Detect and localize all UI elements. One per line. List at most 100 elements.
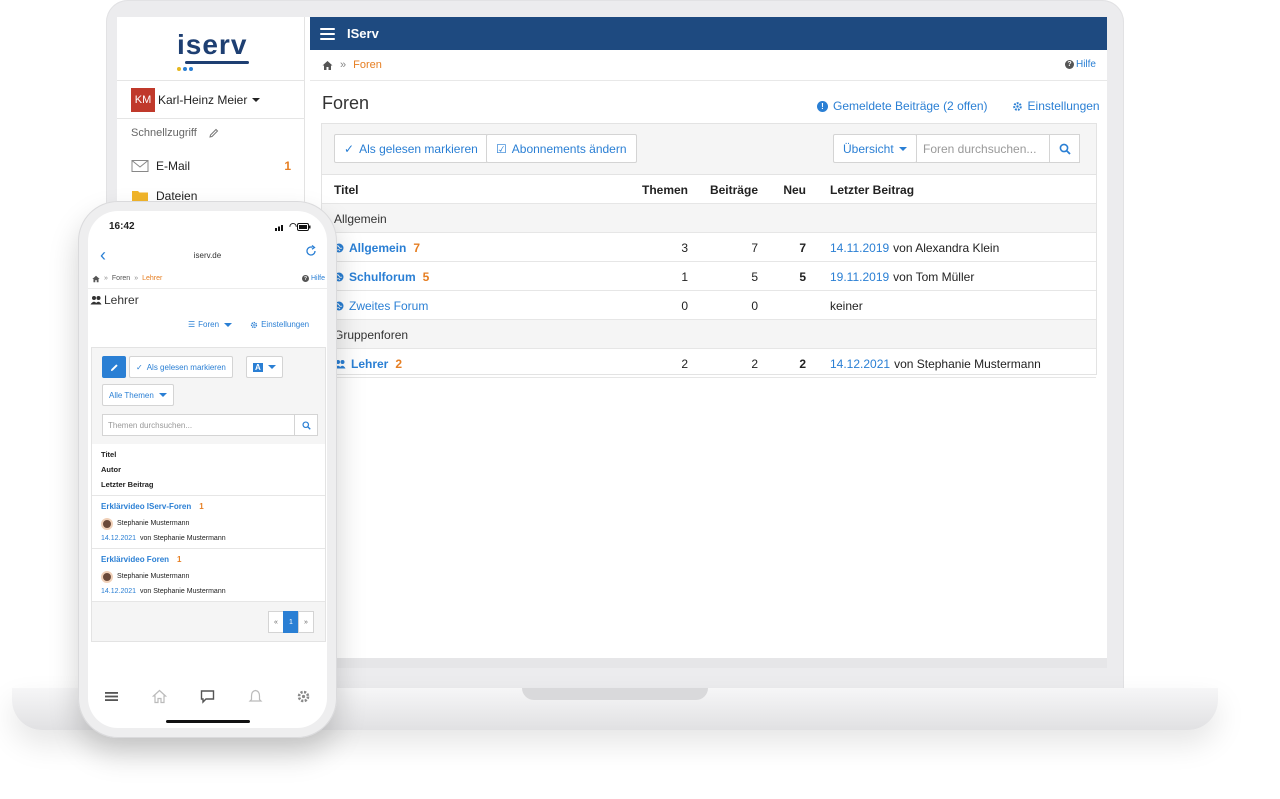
user-menu[interactable]: KM Karl-Heinz Meier — [131, 88, 261, 112]
column-header-posts[interactable]: Beiträge — [692, 175, 758, 204]
clock: 16:42 — [109, 221, 135, 232]
mark-read-button[interactable]: ✓ Als gelesen markieren — [129, 356, 233, 378]
prev-page-button[interactable]: « — [268, 611, 284, 633]
last-post: 14.11.2019 von Alexandra Klein — [830, 233, 999, 262]
reload-icon[interactable] — [305, 245, 317, 257]
forum-link[interactable]: Schulforum — [334, 270, 416, 284]
home-icon[interactable] — [322, 60, 333, 71]
column-header-author[interactable]: Autor — [101, 462, 316, 477]
last-post-author: von Stephanie Mustermann — [140, 588, 226, 595]
bell-icon[interactable] — [248, 689, 263, 704]
breadcrumb: » Foren ? Hilfe — [310, 50, 1107, 81]
forum-search-input[interactable]: Foren durchsuchen... — [916, 134, 1050, 163]
iserv-logo[interactable]: iserv — [177, 29, 249, 71]
column-header-title[interactable]: Titel — [101, 447, 316, 462]
column-header-topics[interactable]: Themen — [602, 175, 688, 204]
column-header-last-post[interactable]: Letzter Beitrag — [830, 175, 914, 204]
last-post: 14.12.2021 von Stephanie Mustermann — [830, 349, 1041, 378]
topic-search-input[interactable]: Themen durchsuchen... — [102, 414, 295, 436]
pagination: « 1 » — [268, 611, 314, 633]
last-post-date[interactable]: 14.12.2021 — [830, 357, 890, 371]
search-button[interactable] — [1049, 134, 1080, 163]
group-row: Allgemein — [322, 204, 1096, 233]
breadcrumb-parent[interactable]: Foren — [112, 275, 130, 282]
laptop-notch — [522, 688, 708, 700]
sort-button[interactable]: A — [246, 356, 283, 378]
chevron-down-icon — [267, 365, 276, 369]
forum-title: Schulforum — [349, 269, 416, 284]
reported-posts-link[interactable]: ! Gemeldete Beiträge (2 offen) — [817, 99, 988, 113]
chevron-down-icon — [158, 393, 167, 397]
settings-link[interactable]: Einstellungen — [1012, 99, 1100, 113]
forum-cell: Allgemein 7 — [334, 233, 420, 262]
breadcrumb-current: Foren — [353, 59, 382, 71]
list-item: Erklärvideo Foren 1 Stephanie Mustermann… — [92, 549, 325, 602]
breadcrumb-separator: » — [340, 59, 347, 71]
forum-cell: Zweites Forum — [334, 291, 428, 320]
forum-link[interactable]: Allgemein — [334, 241, 406, 255]
posts-count: 5 — [751, 269, 758, 284]
sort-icon: A — [253, 362, 263, 372]
chat-icon[interactable] — [200, 689, 215, 704]
browser-nav: ‹ iserv.de — [88, 239, 327, 269]
topics-count: 3 — [681, 240, 688, 255]
column-header-last-post[interactable]: Letzter Beitrag — [101, 477, 316, 492]
topics-count: 0 — [681, 298, 688, 313]
url-host[interactable]: iserv.de — [88, 251, 327, 260]
home-icon[interactable] — [152, 689, 168, 704]
last-post-date[interactable]: 19.11.2019 — [830, 270, 889, 284]
sidebar-item-email[interactable]: E-Mail 1 — [131, 156, 291, 176]
last-post-author: keiner — [830, 298, 863, 313]
toolbar: ✓ Als gelesen markieren ☑ Abonnements än… — [322, 124, 1096, 175]
topic-filter-select[interactable]: Alle Themen — [102, 384, 174, 406]
list-item: Erklärvideo IServ-Foren 1 Stephanie Must… — [92, 496, 325, 549]
forums-label: Foren — [198, 320, 220, 329]
settings-label: Einstellungen — [1027, 99, 1100, 113]
forum-link[interactable]: Lehrer — [334, 357, 388, 371]
topic-title[interactable]: Erklärvideo IServ-Foren — [101, 500, 191, 514]
unread-count: 2 — [395, 356, 403, 371]
last-post-date[interactable]: 14.12.2021 — [101, 535, 136, 542]
next-page-button[interactable]: » — [298, 611, 314, 633]
forum-title: Zweites Forum — [349, 298, 429, 313]
pencil-icon[interactable] — [209, 128, 219, 138]
system-icons: ◠ — [275, 221, 311, 232]
search-button[interactable] — [294, 414, 318, 436]
menu-icon[interactable] — [104, 689, 119, 704]
logo-text: iserv — [177, 29, 248, 60]
gear-icon[interactable] — [296, 689, 311, 704]
topics-panel: ✓ Als gelesen markieren A Alle Themen Th… — [91, 347, 326, 642]
view-select[interactable]: Übersicht — [833, 134, 917, 163]
author-name: Stephanie Mustermann — [117, 520, 190, 527]
help-link[interactable]: ? Hilfe — [1064, 59, 1096, 70]
column-header-new[interactable]: Neu — [762, 175, 806, 204]
forums-link[interactable]: ☰ Foren — [188, 320, 233, 329]
divider — [117, 80, 305, 81]
unread-count: 7 — [413, 240, 421, 255]
hamburger-menu-icon[interactable] — [320, 27, 335, 40]
forum-cell: Lehrer 2 — [334, 349, 402, 378]
new-topic-button[interactable] — [102, 356, 126, 378]
last-post-date[interactable]: 14.12.2021 — [101, 588, 136, 595]
pencil-icon — [110, 363, 118, 371]
topic-title-row: Erklärvideo IServ-Foren 1 — [101, 500, 316, 514]
topic-title[interactable]: Erklärvideo Foren — [101, 553, 169, 567]
forum-link[interactable]: Zweites Forum — [334, 299, 428, 313]
help-link[interactable]: ? Hilfe — [301, 275, 325, 282]
help-label: Hilfe — [310, 275, 325, 282]
unread-count: 1 — [177, 555, 182, 564]
page-title: Lehrer — [90, 293, 139, 307]
mark-read-button[interactable]: ✓ Als gelesen markieren — [334, 134, 488, 163]
home-icon[interactable] — [92, 275, 100, 283]
gear-icon — [1012, 101, 1022, 111]
last-post-date[interactable]: 14.11.2019 — [830, 241, 889, 255]
table-row: Lehrer 2 2 2 2 14.12.2021 von Stephanie … — [322, 349, 1096, 378]
change-subscriptions-button[interactable]: ☑ Abonnements ändern — [486, 134, 637, 163]
new-count: 5 — [799, 269, 806, 284]
help-label: Hilfe — [1075, 59, 1096, 70]
column-header-title[interactable]: Titel — [334, 175, 358, 204]
phone-screen: 16:42 ◠ ‹ iserv.de » Foren » Lehrer ? Hi… — [88, 211, 327, 728]
search-icon — [301, 420, 311, 430]
settings-link[interactable]: Einstellungen — [250, 320, 309, 329]
page-1-button[interactable]: 1 — [283, 611, 299, 633]
